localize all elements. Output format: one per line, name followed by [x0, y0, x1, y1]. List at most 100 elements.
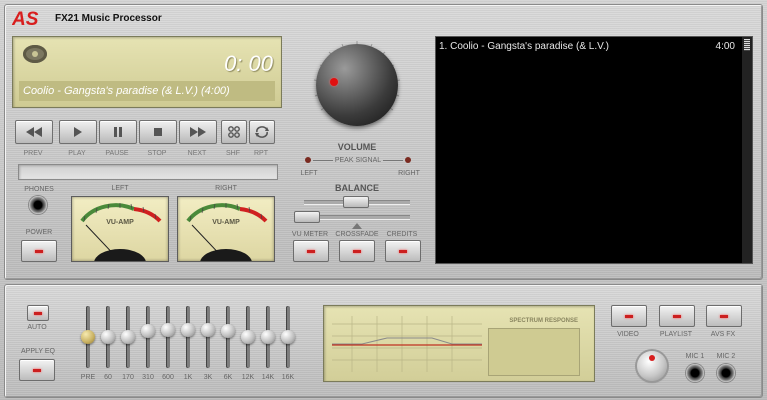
- phones-label: PHONES: [24, 186, 54, 193]
- repeat-button[interactable]: [249, 120, 275, 144]
- playlist-scrollbar[interactable]: [742, 37, 752, 263]
- volume-indicator: [330, 78, 338, 86]
- pause-label: PAUSE: [105, 150, 129, 157]
- play-button[interactable]: [59, 120, 97, 144]
- vu-meter-label: VU METER: [291, 231, 329, 238]
- brand-logo-text: AS: [12, 9, 39, 28]
- spectrum-analyzer-box: [488, 328, 580, 376]
- eq-slider-pre[interactable]: [81, 330, 95, 344]
- volume-left-label: LEFT: [300, 170, 318, 177]
- avs-fx-led: [720, 314, 728, 318]
- music-processor-window: AS FX21 Music Processor 0: 00 Coolio - G…: [0, 0, 767, 400]
- peak-led-left: [305, 157, 311, 163]
- eq-slider-600[interactable]: [161, 322, 175, 337]
- stop-label: STOP: [147, 150, 167, 157]
- seek-bar[interactable]: [18, 164, 278, 180]
- stop-icon: [154, 128, 162, 136]
- credits-button[interactable]: [385, 240, 421, 262]
- shuffle-button[interactable]: [221, 120, 247, 144]
- product-name: FX21 Music Processor: [55, 13, 162, 24]
- eq-slot: [186, 306, 190, 368]
- eq-slider-12k[interactable]: [241, 330, 255, 344]
- credits-led: [399, 249, 407, 253]
- vu-meter-button[interactable]: [293, 240, 329, 262]
- volume-title: VOLUME: [337, 142, 377, 152]
- eq-slider-60[interactable]: [101, 330, 115, 344]
- peak-signal-label: PEAK SIGNAL: [334, 157, 382, 164]
- eq-band-label: 16K: [281, 374, 295, 381]
- peak-line-right: [383, 160, 403, 161]
- lcd-display: 0: 00 Coolio - Gangsta's paradise (& L.V…: [12, 36, 282, 108]
- eq-slider-16k[interactable]: [281, 330, 295, 344]
- playlist-button[interactable]: [659, 305, 695, 327]
- scrollbar-grip[interactable]: [744, 39, 750, 51]
- shuffle-icon: [228, 126, 240, 138]
- vu-left-scale: [80, 203, 162, 261]
- brand-logo: AS: [12, 9, 39, 28]
- crossfade-slider[interactable]: [294, 211, 320, 223]
- mic1-label: MIC 1: [685, 353, 705, 360]
- pause-button[interactable]: [99, 120, 137, 144]
- spectrum-title: SPECTRUM RESPONSE: [509, 318, 578, 324]
- repeat-icon: [255, 126, 269, 138]
- volume-right-label: RIGHT: [398, 170, 420, 177]
- play-label: PLAY: [68, 150, 86, 157]
- playlist-row[interactable]: 1. Coolio - Gangsta's paradise (& L.V.) …: [439, 41, 735, 52]
- vu-meter-led: [307, 249, 315, 253]
- power-button[interactable]: [21, 240, 57, 262]
- mic-gain-knob[interactable]: [637, 351, 667, 381]
- vu-left-label: LEFT: [111, 185, 129, 192]
- playlist-label: PLAYLIST: [659, 331, 693, 338]
- mic2-jack: [717, 364, 735, 382]
- peak-led-right: [405, 157, 411, 163]
- playlist-row-title: 1. Coolio - Gangsta's paradise (& L.V.): [439, 41, 609, 52]
- volume-knob[interactable]: [316, 44, 398, 126]
- apply-eq-button[interactable]: [19, 359, 55, 381]
- next-label: NEXT: [187, 150, 207, 157]
- balance-slider[interactable]: [343, 196, 369, 208]
- video-label: VIDEO: [617, 331, 639, 338]
- apply-eq-label: APPLY EQ: [21, 348, 55, 355]
- now-playing-track: Coolio - Gangsta's paradise (& L.V.) (4:…: [19, 81, 275, 101]
- disc-icon: [23, 45, 47, 63]
- eq-slider-1k[interactable]: [181, 322, 195, 337]
- play-icon: [74, 127, 82, 137]
- credits-label: CREDITS: [386, 231, 418, 238]
- spectrum-graph: [332, 316, 482, 372]
- next-button[interactable]: [179, 120, 217, 144]
- eq-slot: [166, 306, 170, 368]
- video-button[interactable]: [611, 305, 647, 327]
- crossfade-led: [353, 249, 361, 253]
- eq-slider-14k[interactable]: [261, 330, 275, 344]
- eq-slider-310[interactable]: [141, 323, 155, 338]
- transport-controls: PREV PLAY PAUSE STOP NEXT SHF RPT: [15, 120, 277, 157]
- eq-slider-170[interactable]: [121, 330, 135, 344]
- up-arrow-icon: [352, 223, 362, 229]
- crossfade-button[interactable]: [339, 240, 375, 262]
- eq-slider-3k[interactable]: [201, 322, 215, 337]
- playlist-panel[interactable]: 1. Coolio - Gangsta's paradise (& L.V.) …: [435, 36, 753, 264]
- phones-jack: [29, 196, 47, 214]
- avs-fx-button[interactable]: [706, 305, 742, 327]
- crossfade-label: CROSSFADE: [335, 231, 379, 238]
- eq-slider-6k[interactable]: [221, 323, 235, 338]
- power-led: [35, 249, 43, 253]
- vu-meter-right: VU-AMP: [177, 196, 275, 262]
- vu-right-title: VU-AMP: [212, 219, 240, 226]
- prev-button[interactable]: [15, 120, 53, 144]
- vu-right-label: RIGHT: [215, 185, 237, 192]
- gain-indicator: [649, 355, 655, 361]
- vu-right-scale: [186, 203, 268, 261]
- apply-eq-led: [33, 368, 41, 372]
- vu-meter-left: VU-AMP: [71, 196, 169, 262]
- auto-label: AUTO: [27, 324, 47, 331]
- previous-icon: [26, 127, 42, 137]
- repeat-label: RPT: [254, 150, 268, 157]
- mic1-jack: [686, 364, 704, 382]
- prev-label: PREV: [23, 150, 43, 157]
- auto-eq-button[interactable]: [27, 305, 49, 321]
- auto-led: [34, 311, 42, 315]
- power-label: POWER: [25, 229, 53, 236]
- video-led: [625, 314, 633, 318]
- stop-button[interactable]: [139, 120, 177, 144]
